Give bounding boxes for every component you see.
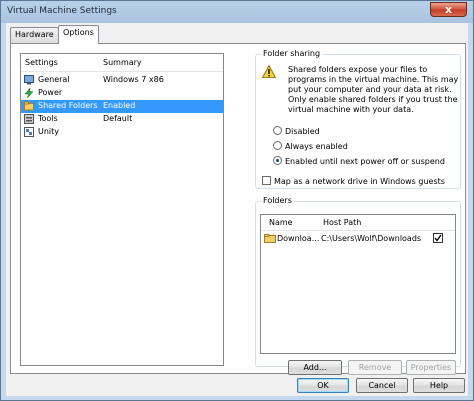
- folders-group: Folders Name Host Path Downloa... C:\Use…: [255, 196, 461, 375]
- add-folder-button[interactable]: Add...: [288, 360, 342, 375]
- button-label: Cancel: [368, 381, 396, 390]
- settings-list-header: Settings Summary: [21, 54, 223, 72]
- folders-table-header: Name Host Path: [261, 215, 455, 231]
- checkbox-box[interactable]: [262, 176, 271, 185]
- title-bar[interactable]: Virtual Machine Settings x: [1, 1, 473, 23]
- radio-label: Enabled until next power off or suspend: [285, 157, 445, 166]
- button-label: OK: [317, 381, 329, 390]
- tab-options[interactable]: Options: [58, 25, 99, 44]
- help-button[interactable]: Help: [413, 378, 465, 393]
- column-header-host-path[interactable]: Host Path: [323, 218, 361, 227]
- remove-folder-button[interactable]: Remove: [348, 360, 402, 375]
- window-frame: Virtual Machine Settings x Hardware Opti…: [0, 0, 474, 401]
- folder-host-path: C:\Users\Wolf\Downloads: [321, 234, 422, 243]
- folders-title: Folders: [261, 196, 294, 205]
- radio-enabled-until-power-off[interactable]: Enabled until next power off or suspend: [273, 156, 445, 166]
- button-label: Remove: [358, 363, 392, 372]
- column-header-name[interactable]: Name: [269, 218, 293, 227]
- folders-table[interactable]: Name Host Path Downloa... C:\Users\Wolf\…: [260, 214, 456, 354]
- settings-item-summary: Enabled: [103, 101, 136, 110]
- settings-item-name: Power: [38, 88, 63, 97]
- unity-icon: [24, 127, 34, 137]
- folder-properties-button[interactable]: Properties: [406, 360, 456, 375]
- cancel-button[interactable]: Cancel: [356, 378, 408, 393]
- close-icon: x: [444, 3, 453, 16]
- button-label: Properties: [410, 363, 452, 372]
- tab-label: Hardware: [15, 30, 54, 39]
- warning-icon: [262, 65, 276, 78]
- settings-item-name: Shared Folders: [38, 101, 98, 110]
- security-warning-text: Shared folders expose your files to prog…: [288, 65, 459, 114]
- settings-list[interactable]: Settings Summary General Windows 7 x86 P…: [20, 53, 224, 366]
- radio-button[interactable]: [273, 141, 282, 150]
- checkbox-label: Map as a network drive in Windows guests: [274, 177, 445, 186]
- button-label: Help: [429, 381, 449, 390]
- settings-item-summary: Windows 7 x86: [103, 75, 164, 84]
- power-icon: [24, 88, 34, 98]
- folder-sharing-title: Folder sharing: [261, 49, 323, 58]
- settings-item-power[interactable]: Power: [21, 87, 223, 100]
- radio-label: Always enabled: [285, 142, 348, 151]
- radio-button-selected[interactable]: [273, 156, 282, 165]
- tools-icon: [24, 114, 34, 124]
- settings-item-name: Unity: [38, 127, 60, 136]
- tab-hardware[interactable]: Hardware: [10, 27, 59, 43]
- settings-item-summary: Default: [103, 114, 133, 123]
- button-label: Add...: [303, 363, 327, 372]
- radio-always-enabled[interactable]: Always enabled: [273, 141, 348, 151]
- radio-label: Disabled: [285, 127, 320, 136]
- map-network-drive-checkbox[interactable]: Map as a network drive in Windows guests: [262, 176, 445, 186]
- window-title: Virtual Machine Settings: [7, 6, 117, 16]
- dialog-client-area: Hardware Options Settings Summary Genera…: [6, 23, 468, 396]
- folder-icon: [264, 234, 276, 243]
- column-header-settings[interactable]: Settings: [25, 58, 58, 67]
- settings-item-tools[interactable]: Tools Default: [21, 113, 223, 126]
- settings-item-general[interactable]: General Windows 7 x86: [21, 74, 223, 87]
- column-header-summary[interactable]: Summary: [103, 58, 142, 67]
- settings-item-name: General: [38, 75, 70, 84]
- shared-folders-icon: [24, 101, 34, 111]
- general-icon: [24, 75, 34, 85]
- folder-name: Downloa...: [277, 234, 320, 243]
- radio-disabled[interactable]: Disabled: [273, 126, 320, 136]
- table-row[interactable]: Downloa... C:\Users\Wolf\Downloads: [261, 232, 455, 246]
- radio-button[interactable]: [273, 126, 282, 135]
- settings-item-shared-folders[interactable]: Shared Folders Enabled: [21, 100, 223, 113]
- close-button[interactable]: x: [430, 2, 467, 17]
- settings-item-unity[interactable]: Unity: [21, 126, 223, 139]
- folder-sharing-group: Folder sharing Shared folders expose you…: [255, 49, 461, 189]
- settings-item-name: Tools: [38, 114, 58, 123]
- options-tab-panel: Settings Summary General Windows 7 x86 P…: [10, 43, 466, 375]
- ok-button[interactable]: OK: [297, 378, 349, 393]
- tab-label: Options: [63, 28, 94, 37]
- checkmark-icon: [434, 234, 442, 242]
- folder-enabled-checkbox[interactable]: [433, 233, 443, 243]
